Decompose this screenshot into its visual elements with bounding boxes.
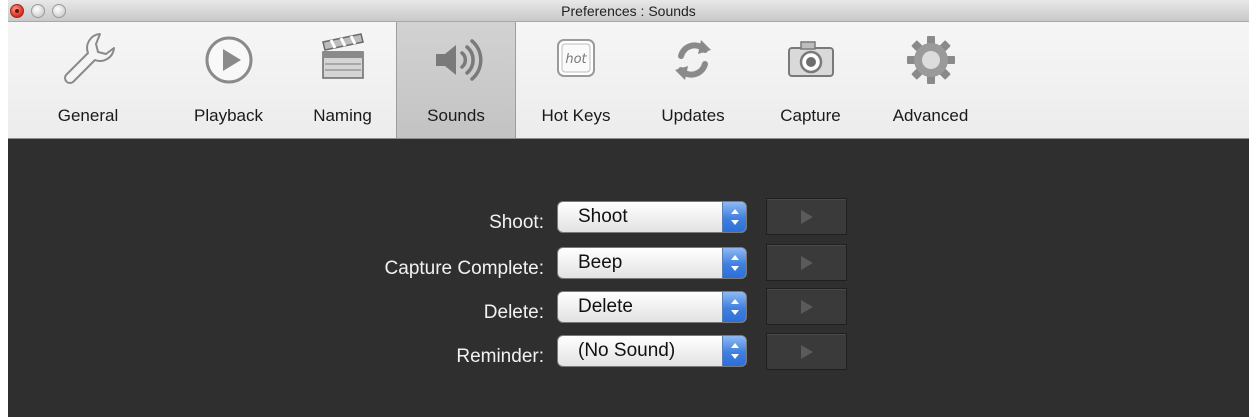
tab-capture[interactable]: Capture	[750, 22, 871, 138]
shoot-play-button[interactable]	[766, 198, 847, 235]
reminder-play-button[interactable]	[766, 333, 847, 370]
tab-playback[interactable]: Playback	[168, 22, 289, 138]
tab-general-label: General	[57, 106, 119, 125]
up-down-arrows-icon	[722, 292, 746, 322]
window-title: Preferences : Sounds	[561, 3, 696, 19]
delete-label: Delete:	[483, 302, 544, 323]
capture-complete-label: Capture Complete:	[384, 258, 544, 279]
up-down-arrows-icon	[722, 248, 746, 278]
wrench-icon	[64, 33, 115, 84]
hot-key-icon: hot	[557, 39, 595, 77]
reminder-sound-popup[interactable]: (No Sound)	[557, 335, 747, 367]
delete-sound-popup[interactable]: Delete	[557, 291, 747, 323]
tab-naming[interactable]: Naming	[289, 22, 396, 138]
shoot-sound-value: Shoot	[578, 206, 628, 227]
up-down-arrows-icon	[722, 336, 746, 366]
camera-icon	[787, 41, 834, 77]
capture-complete-play-button[interactable]	[766, 244, 847, 281]
preferences-window: Preferences : Sounds General Playback Na…	[8, 0, 1249, 417]
clapperboard-icon	[321, 33, 364, 79]
play-icon	[801, 300, 813, 314]
title-bar: Preferences : Sounds	[8, 0, 1249, 22]
reminder-label: Reminder:	[456, 346, 544, 367]
tab-sounds-label: Sounds	[427, 106, 485, 125]
refresh-arrows-icon	[675, 40, 711, 80]
shoot-sound-popup[interactable]: Shoot	[557, 201, 747, 233]
tab-hot-keys[interactable]: hot Hot Keys	[516, 22, 636, 138]
tab-capture-label: Capture	[780, 106, 841, 125]
tab-advanced-label: Advanced	[892, 106, 969, 125]
reminder-sound-value: (No Sound)	[578, 340, 676, 361]
tab-sounds[interactable]: Sounds	[396, 22, 516, 138]
shoot-label: Shoot:	[489, 212, 544, 233]
gear-icon	[906, 36, 955, 84]
up-down-arrows-icon	[722, 202, 746, 232]
delete-sound-value: Delete	[578, 296, 633, 317]
capture-complete-sound-value: Beep	[578, 252, 623, 273]
tab-updates[interactable]: Updates	[636, 22, 750, 138]
sounds-pane: Shoot: Shoot Capture Complete: Beep Dele…	[8, 139, 1249, 417]
tab-updates-label: Updates	[661, 106, 725, 125]
play-icon	[801, 210, 813, 224]
play-icon	[801, 256, 813, 270]
speaker-icon	[436, 39, 483, 81]
capture-complete-sound-popup[interactable]: Beep	[557, 247, 747, 279]
preferences-toolbar: General Playback Naming Sounds hot Hot K…	[8, 22, 1249, 139]
svg-text:hot: hot	[565, 52, 587, 67]
tab-naming-label: Naming	[313, 106, 372, 125]
tab-general[interactable]: General	[8, 22, 168, 138]
tab-playback-label: Playback	[194, 106, 263, 125]
play-circle-icon	[205, 36, 252, 84]
tab-advanced[interactable]: Advanced	[871, 22, 990, 138]
delete-play-button[interactable]	[766, 288, 847, 325]
play-icon	[801, 345, 813, 359]
tab-hot-keys-label: Hot Keys	[541, 106, 611, 125]
